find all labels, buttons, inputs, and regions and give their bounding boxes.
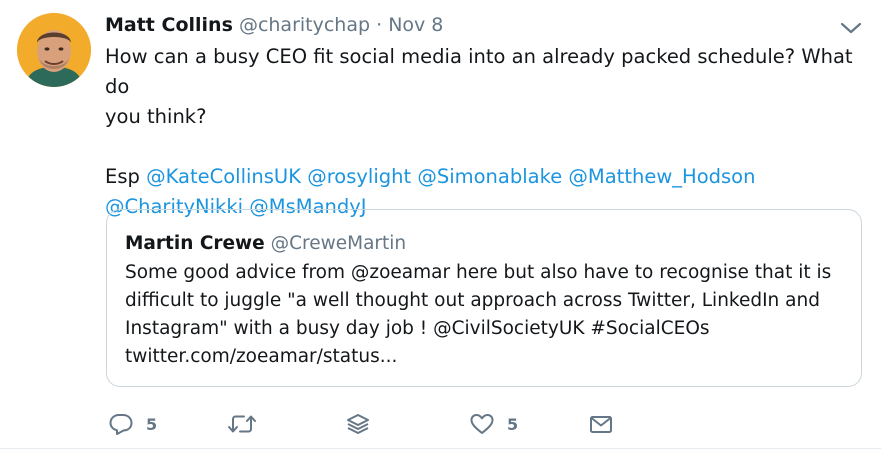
quoted-text-line: Some good advice from @zoeamar here but … [125, 262, 832, 283]
retweet-button[interactable] [227, 407, 257, 441]
tweet-actions: 5 5 [105, 407, 865, 441]
tweet-text-line: How can a busy CEO fit social media into… [105, 45, 853, 98]
mentions-line: Esp @KateCollinsUK @rosylight @Simonabla… [105, 162, 865, 192]
heart-icon [469, 412, 495, 436]
date-separator: · [376, 14, 383, 36]
tweet[interactable]: Matt Collins @charitychap · Nov 8 How ca… [0, 0, 881, 449]
quoted-text-line: twitter.com/zoeamar/status... [125, 346, 398, 367]
mention-link[interactable]: @rosylight [307, 165, 411, 188]
retweet-icon [227, 412, 257, 436]
tweet-text-line: you think? [105, 105, 207, 128]
reply-icon [108, 412, 134, 436]
tweet-header: Matt Collins @charitychap · Nov 8 [105, 11, 443, 39]
quoted-tweet-text: Some good advice from @zoeamar here but … [125, 259, 845, 371]
quoted-tweet[interactable]: Martin Crewe @CreweMartin Some good advi… [106, 209, 862, 387]
quoted-tweet-header: Martin Crewe @CreweMartin [125, 230, 406, 258]
message-button[interactable] [588, 407, 614, 441]
author-name[interactable]: Matt Collins [105, 14, 233, 36]
chevron-down-icon[interactable] [838, 18, 864, 38]
avatar-image [17, 13, 91, 87]
quoted-text-line: Instagram" with a busy day job ! @CivilS… [125, 318, 710, 339]
quoted-text-line: difficult to juggle "a well thought out … [125, 290, 820, 311]
mention-link[interactable]: @Matthew_Hodson [568, 165, 755, 188]
tweet-text: How can a busy CEO fit social media into… [105, 42, 865, 222]
like-count: 5 [507, 414, 519, 434]
mention-link[interactable]: @KateCollinsUK [146, 165, 301, 188]
envelope-icon [588, 412, 614, 436]
stack-icon [345, 412, 371, 436]
avatar[interactable] [17, 13, 91, 87]
like-button[interactable]: 5 [469, 407, 518, 441]
stack-button[interactable] [345, 407, 371, 441]
esp-prefix: Esp [105, 165, 140, 188]
mention-link[interactable]: @Simonablake [417, 165, 562, 188]
author-handle[interactable]: @charitychap [239, 14, 370, 36]
quoted-author-handle: @CreweMartin [270, 233, 407, 254]
reply-button[interactable]: 5 [108, 407, 157, 441]
tweet-date[interactable]: Nov 8 [388, 14, 443, 36]
quoted-author-name: Martin Crewe [125, 233, 265, 254]
reply-count: 5 [146, 414, 158, 434]
